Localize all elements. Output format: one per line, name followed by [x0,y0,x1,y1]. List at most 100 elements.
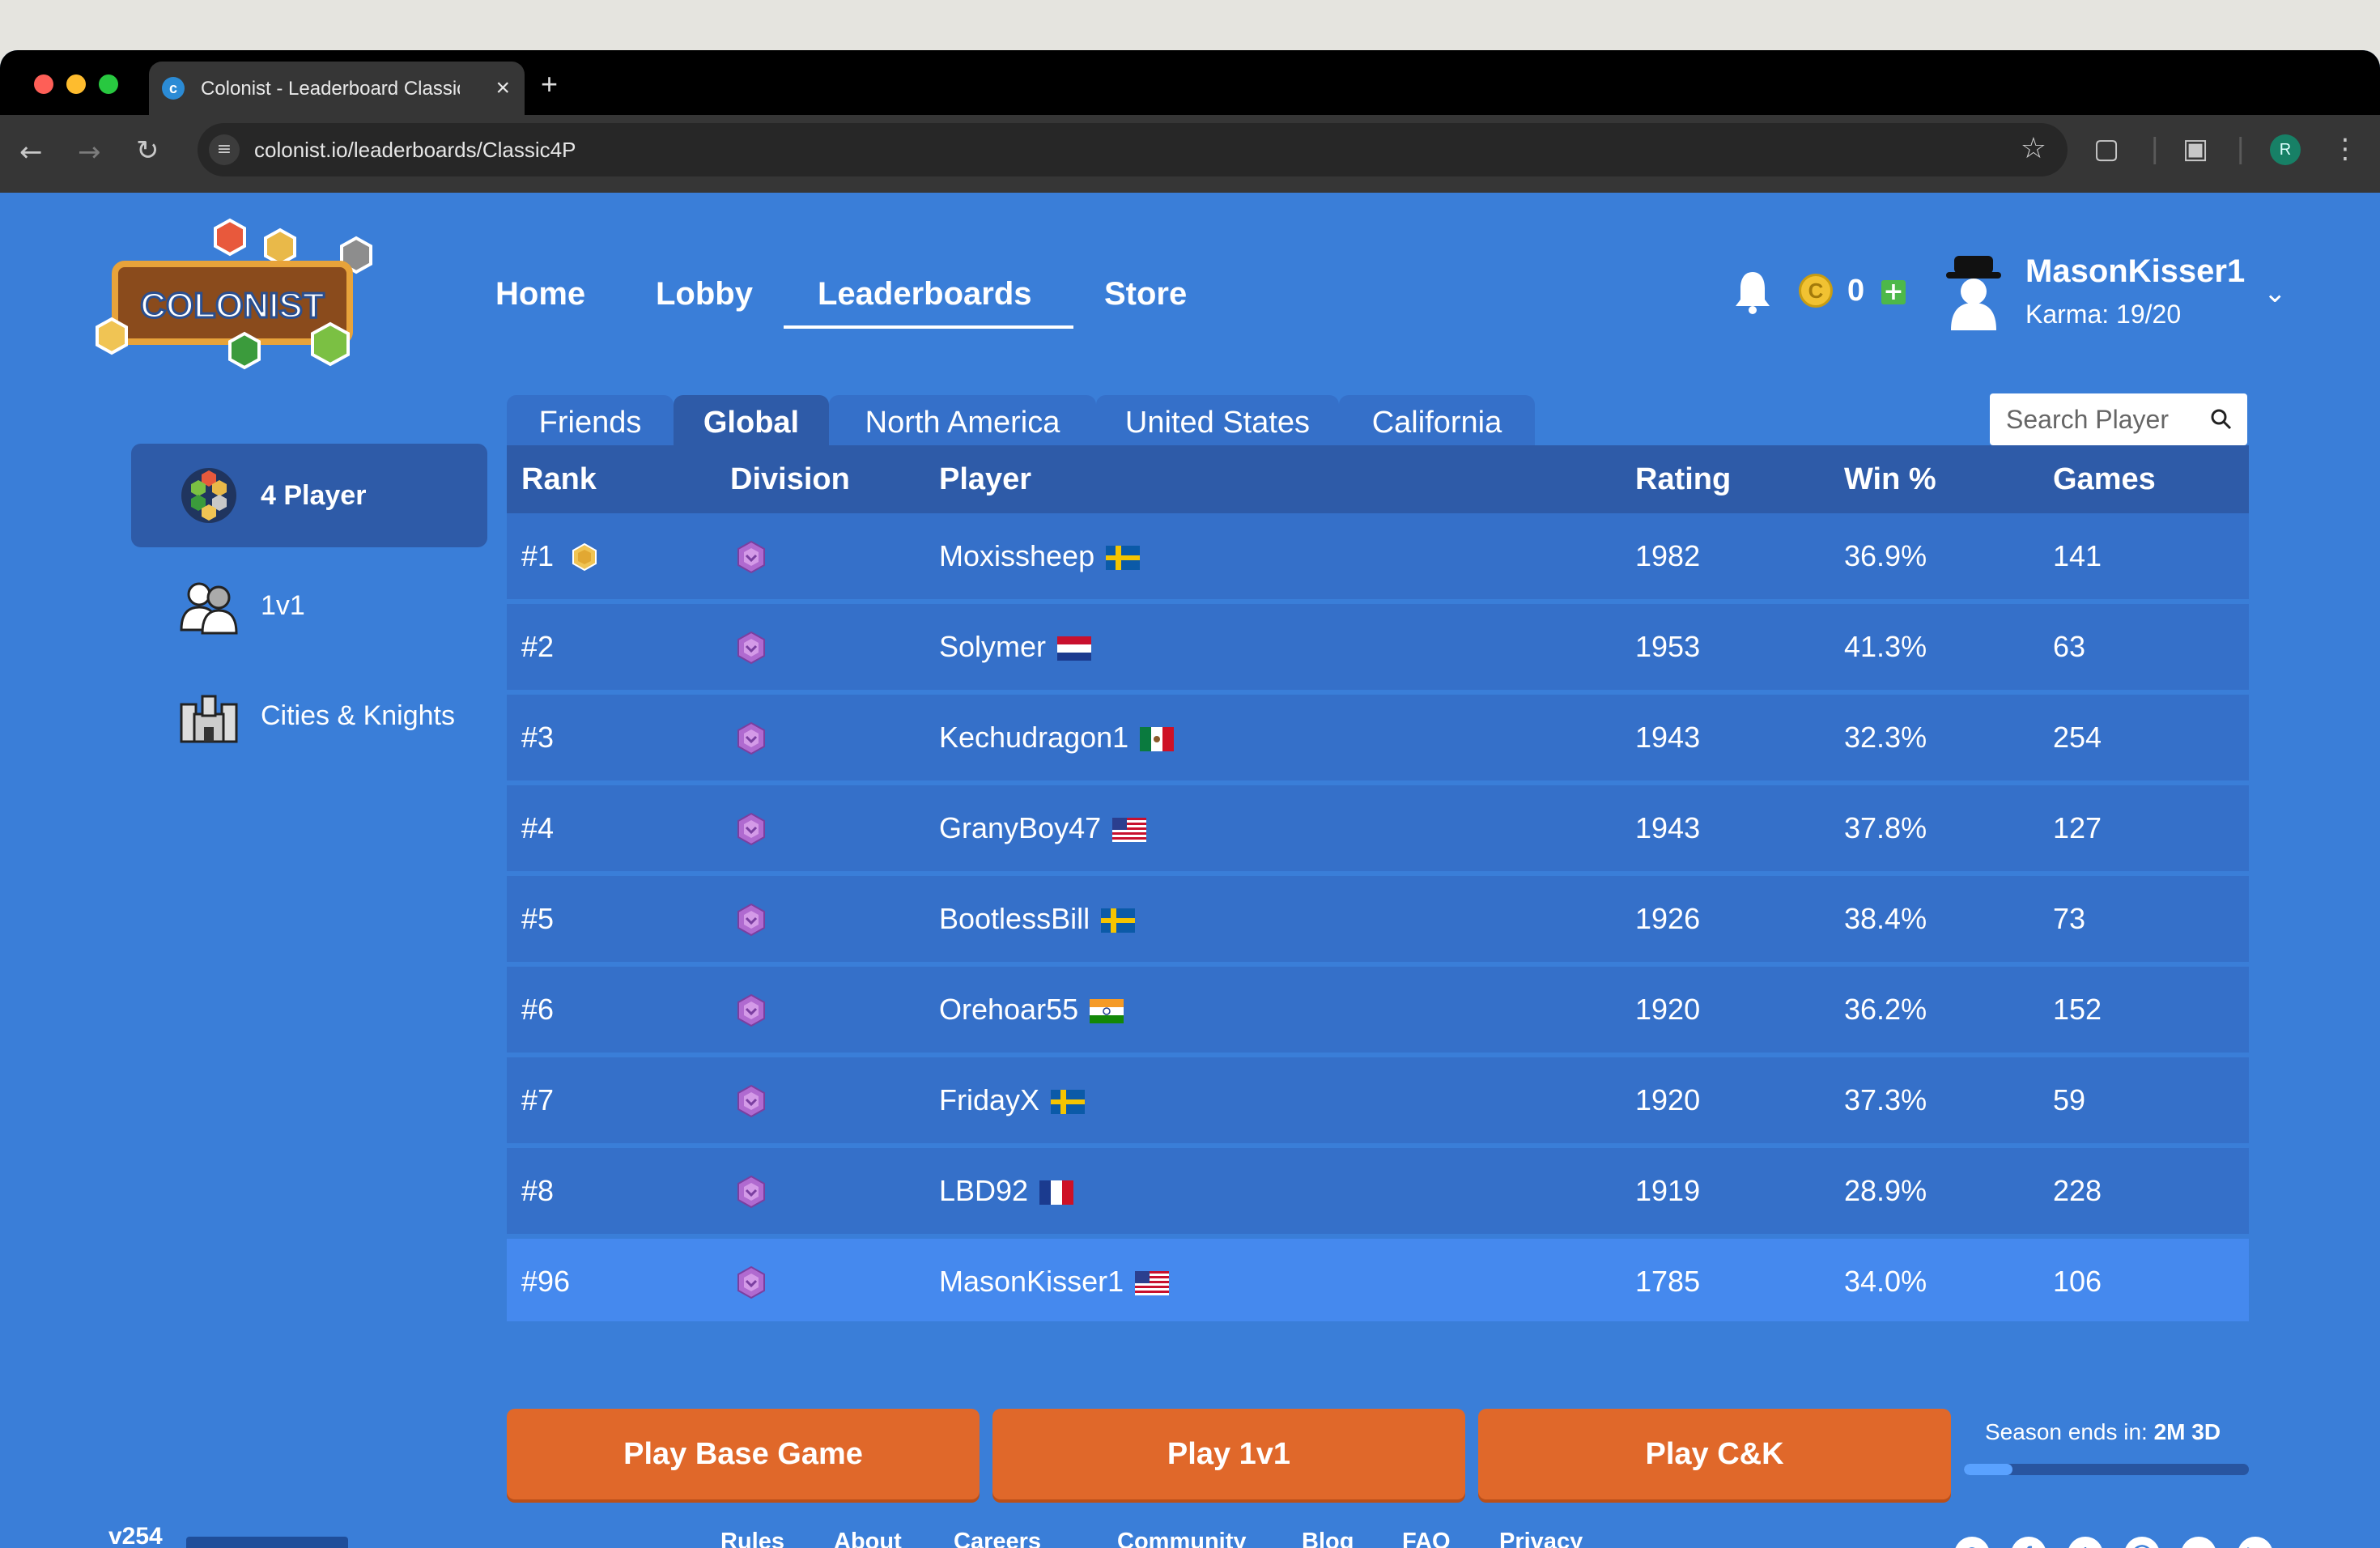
table-row[interactable]: #2 Solymer 1953 41.3% 63 [507,604,2249,690]
footer-link-careers[interactable]: Careers [954,1525,1041,1548]
table-row[interactable]: #4 GranyBoy47 1943 37.8% 127 [507,785,2249,871]
facebook-icon[interactable]: f [2011,1537,2046,1548]
footer-link-faq[interactable]: FAQ [1402,1525,1451,1548]
player-cell[interactable]: Kechudragon1 [939,719,1175,756]
player-name[interactable]: Kechudragon1 [939,721,1128,754]
player-name[interactable]: MasonKisser1 [939,1265,1124,1298]
player-name[interactable]: Moxissheep [939,539,1094,572]
nav-home[interactable]: Home [495,274,585,314]
colonist-logo[interactable]: COLONIST [94,214,393,376]
header-player[interactable]: Player [939,460,1031,499]
footer-link-blog[interactable]: Blog [1302,1525,1354,1548]
footer-link-about[interactable]: About [834,1525,902,1548]
reload-icon[interactable]: ↻ [136,134,159,167]
table-row[interactable]: #1 Moxissheep 1982 36.9% 141 [507,513,2249,599]
table-row[interactable]: #5 BootlessBill 1926 38.4% 73 [507,876,2249,962]
footer-link-rules[interactable]: Rules [720,1525,784,1548]
search-input[interactable] [1990,393,2200,445]
games-cell: 254 [2053,721,2102,754]
title-bar: c Colonist - Leaderboard Classic × + [0,50,2380,115]
tab-global[interactable]: Global [674,395,829,450]
add-coins-button[interactable]: + [1881,280,1906,304]
player-cell[interactable]: GranyBoy47 [939,810,1147,847]
profile-avatar[interactable]: R [2270,134,2301,165]
address-bar[interactable]: ≡ colonist.io/leaderboards/Classic4P ☆ [198,123,2068,176]
tab-north-america[interactable]: North America [829,395,1096,450]
player-name[interactable]: Solymer [939,630,1046,663]
extensions-icon[interactable]: ▢ [2093,133,2119,165]
win-cell: 36.2% [1844,993,1927,1026]
games-cell: 59 [2053,1083,2086,1116]
rank-cell: #1 [521,539,555,572]
username[interactable]: MasonKisser1 [2025,251,2245,291]
sidebar-item-1v1[interactable]: 1v1 [131,554,487,657]
tab-friends[interactable]: Friends [507,395,674,450]
twitter-icon[interactable]: t [2068,1537,2103,1548]
header-win-percent[interactable]: Win % [1844,460,1936,499]
browser-tab[interactable]: c Colonist - Leaderboard Classic × [149,62,525,115]
tab-california[interactable]: California [1339,395,1535,450]
tab-search-icon[interactable]: ▣ [2182,133,2208,165]
forward-icon[interactable]: → [78,136,101,168]
player-cell[interactable]: FridayX [939,1082,1086,1119]
player-cell[interactable]: BootlessBill [939,900,1136,938]
player-name[interactable]: LBD92 [939,1174,1028,1207]
minimize-window-button[interactable] [66,74,86,94]
site-settings-icon[interactable]: ≡ [209,134,240,165]
win-cell: 38.4% [1844,902,1927,935]
language-selector[interactable]: English [186,1537,348,1548]
play-ck-button[interactable]: Play C&K [1478,1409,1951,1499]
player-cell[interactable]: Solymer [939,628,1092,666]
url-text[interactable]: colonist.io/leaderboards/Classic4P [254,136,576,164]
header-rating[interactable]: Rating [1635,460,1731,499]
back-icon[interactable]: ← [19,136,43,168]
version-label: v254 [108,1523,163,1548]
footer-link-privacy[interactable]: Privacy [1499,1525,1583,1548]
sidebar-item-label: 4 Player [261,480,367,511]
search-player-box[interactable] [1990,393,2247,445]
chevron-down-icon[interactable]: ⌄ [2263,277,2287,309]
player-cell[interactable]: Orehoar55 [939,991,1124,1028]
player-name[interactable]: FridayX [939,1083,1039,1116]
notification-bell-icon[interactable] [1732,267,1773,316]
footer-link-community[interactable]: Community [1117,1525,1247,1548]
nav-lobby[interactable]: Lobby [656,274,753,314]
discord-icon[interactable]: ◉ [1954,1537,1990,1548]
tab-united-states[interactable]: United States [1096,395,1339,450]
close-window-button[interactable] [34,74,53,94]
menu-icon[interactable]: ⋮ [2331,133,2359,165]
rank-cell: #7 [521,1083,555,1116]
nav-store[interactable]: Store [1104,274,1187,314]
player-name[interactable]: BootlessBill [939,902,1090,935]
coin-count: 0 [1847,274,1865,308]
season-progress-fill [1964,1464,2012,1475]
close-tab-icon[interactable]: × [495,74,510,102]
youtube-icon[interactable]: ▶ [2238,1537,2273,1548]
zoom-window-button[interactable] [99,74,118,94]
play-1v1-button[interactable]: Play 1v1 [992,1409,1465,1499]
header-games[interactable]: Games [2053,460,2156,499]
player-name[interactable]: Orehoar55 [939,993,1078,1026]
table-row[interactable]: #3 Kechudragon1 1943 32.3% 254 [507,695,2249,780]
karma-label: Karma: 19/20 [2025,300,2182,329]
player-cell[interactable]: Moxissheep [939,538,1141,575]
table-row-current-user[interactable]: #96 MasonKisser1 1785 34.0% 106 [507,1239,2249,1321]
search-icon[interactable] [2210,408,2233,431]
play-base-game-button[interactable]: Play Base Game [507,1409,980,1499]
player-cell[interactable]: LBD92 [939,1172,1074,1210]
reddit-icon[interactable]: ☺ [2181,1537,2216,1548]
user-avatar[interactable] [1943,251,2004,332]
player-cell[interactable]: MasonKisser1 [939,1263,1170,1300]
player-name[interactable]: GranyBoy47 [939,811,1101,844]
bookmark-star-icon[interactable]: ☆ [2021,131,2046,167]
header-rank[interactable]: Rank [521,460,597,499]
instagram-icon[interactable]: ◯ [2124,1537,2160,1548]
table-row[interactable]: #7 FridayX 1920 37.3% 59 [507,1057,2249,1143]
table-row[interactable]: #6 Orehoar55 1920 36.2% 152 [507,967,2249,1053]
new-tab-button[interactable]: + [541,68,558,100]
sidebar-item-cities-knights[interactable]: Cities & Knights [131,664,487,768]
sidebar-item-4-player[interactable]: 4 Player [131,444,487,547]
header-division[interactable]: Division [730,460,850,499]
table-row[interactable]: #8 LBD92 1919 28.9% 228 [507,1148,2249,1234]
nav-leaderboards[interactable]: Leaderboards [818,274,1032,314]
